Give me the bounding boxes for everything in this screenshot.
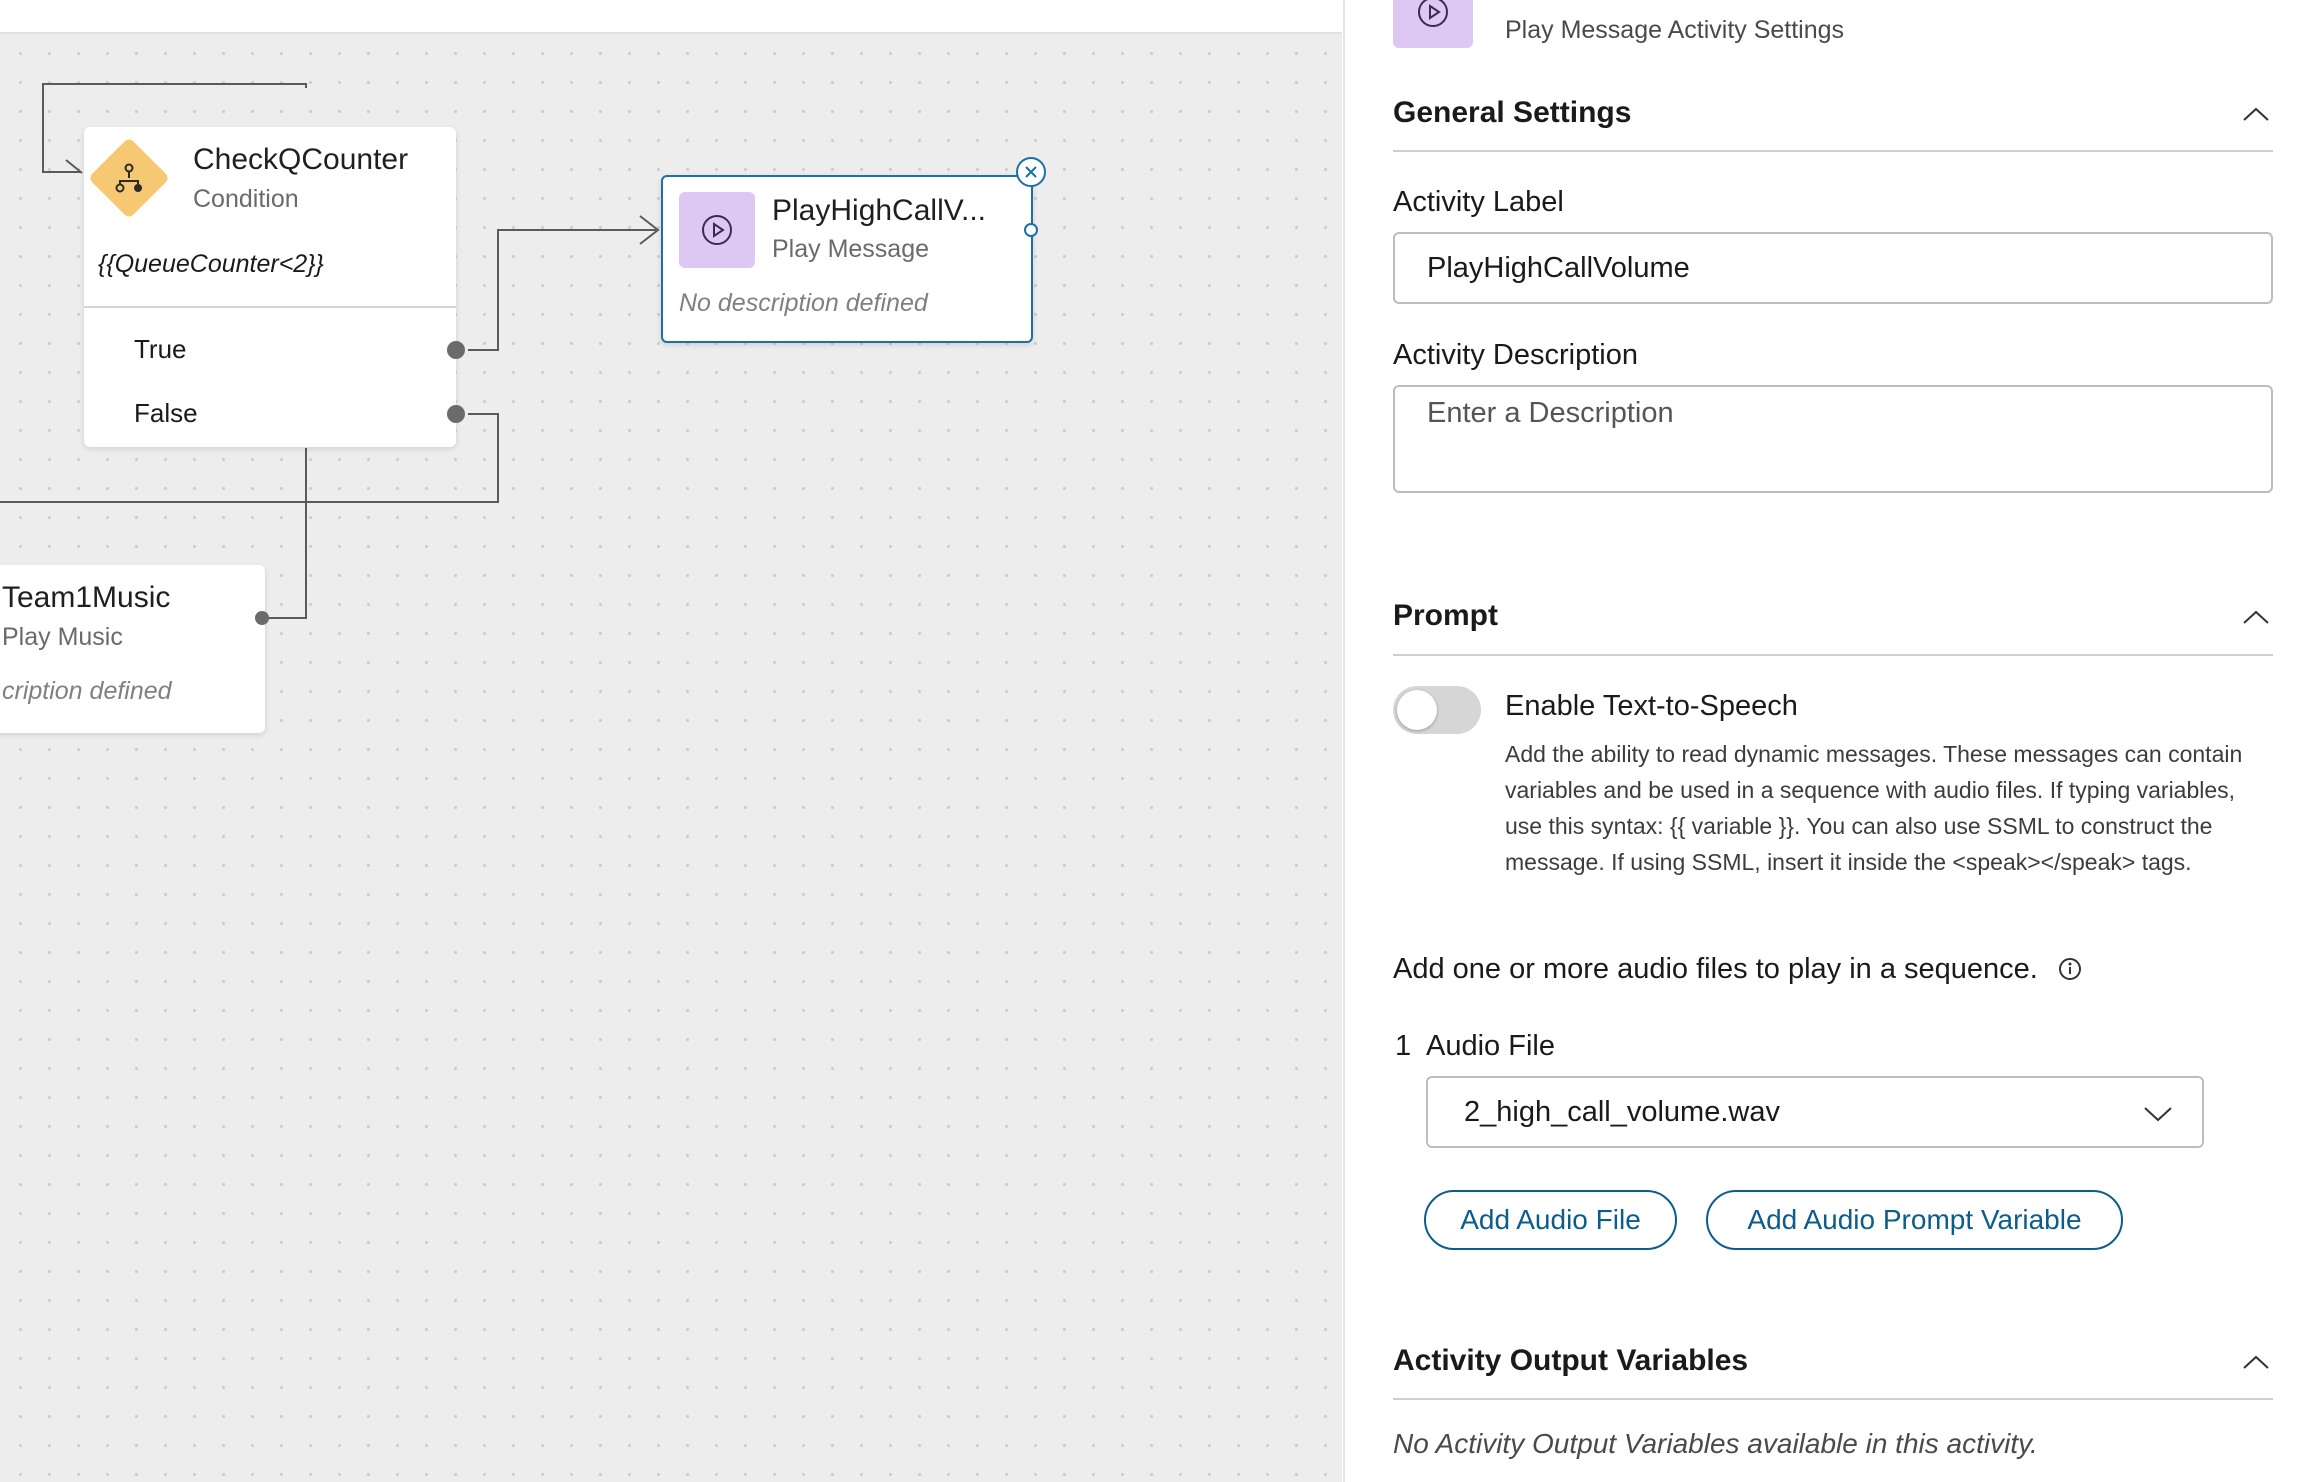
tts-label: Enable Text-to-Speech (1505, 690, 1798, 722)
tts-toggle[interactable] (1393, 686, 1481, 734)
node-type: Play Message (772, 235, 930, 263)
false-port[interactable] (447, 405, 465, 423)
branch-true-label: True (134, 334, 187, 364)
play-message-node-playhighcallvolume[interactable]: PlayHighCallV... Play Message No descrip… (661, 175, 1033, 343)
output-variables-heading: Activity Output Variables (1393, 1344, 1749, 1377)
section-divider (1393, 1398, 2273, 1400)
node-type: Condition (193, 185, 299, 213)
music-connector (264, 448, 307, 619)
audio-file-value: 2_high_call_volume.wav (1464, 1096, 1780, 1128)
play-music-node-team1music[interactable]: Team1Music Play Music cription defined (0, 565, 265, 733)
chevron-up-icon[interactable] (2242, 106, 2270, 122)
add-audio-file-button[interactable]: Add Audio File (1424, 1190, 1677, 1250)
node-type: Play Music (2, 623, 123, 651)
music-output-port[interactable] (255, 611, 269, 625)
true-connector (468, 229, 656, 351)
tts-help-text: Add the ability to read dynamic messages… (1505, 741, 2243, 875)
flow-canvas[interactable]: CheckQCounter Condition {{QueueCounter<2… (0, 0, 1342, 1482)
prompt-heading: Prompt (1393, 599, 1498, 632)
section-divider (1393, 150, 2273, 152)
node-title: Team1Music (2, 581, 171, 614)
play-icon (702, 215, 732, 245)
audio-sequence-intro: Add one or more audio files to play in a… (1393, 953, 2038, 985)
general-settings-heading: General Settings (1393, 96, 1632, 129)
node-title: CheckQCounter (193, 143, 409, 176)
output-port[interactable] (1024, 223, 1038, 237)
condition-node-checkqcounter[interactable]: CheckQCounter Condition {{QueueCounter<2… (84, 127, 456, 447)
output-variables-empty-text: No Activity Output Variables available i… (1393, 1428, 2038, 1459)
delete-node-close-icon[interactable] (1016, 157, 1046, 187)
chevron-down-icon (2144, 1107, 2172, 1122)
audio-file-label: Audio File (1426, 1030, 1555, 1062)
add-audio-prompt-variable-button[interactable]: Add Audio Prompt Variable (1706, 1190, 2123, 1250)
toggle-knob (1397, 690, 1437, 730)
true-port[interactable] (447, 341, 465, 359)
section-divider (1393, 654, 2273, 656)
node-divider (84, 306, 456, 308)
activity-label-input[interactable] (1393, 232, 2273, 304)
info-icon[interactable] (2058, 957, 2082, 981)
branch-false-label: False (134, 398, 198, 428)
node-description: No description defined (679, 289, 928, 317)
audio-file-index: 1 (1395, 1030, 1412, 1062)
activity-settings-panel: Play Message Activity Settings General S… (1343, 0, 2304, 1482)
node-title: PlayHighCallV... (772, 194, 986, 227)
play-icon (1418, 0, 1448, 27)
activity-description-label: Activity Description (1393, 339, 1638, 371)
branch-icon (115, 163, 142, 193)
node-description: cription defined (2, 677, 172, 705)
activity-description-input[interactable] (1393, 385, 2273, 493)
chevron-up-icon[interactable] (2242, 609, 2270, 625)
chevron-up-icon[interactable] (2242, 1354, 2270, 1370)
audio-file-select[interactable]: 2_high_call_volume.wav (1426, 1076, 2204, 1148)
activity-label-label: Activity Label (1393, 186, 1564, 218)
panel-subtitle: Play Message Activity Settings (1505, 16, 1845, 44)
condition-expression: {{QueueCounter<2}} (98, 250, 324, 278)
